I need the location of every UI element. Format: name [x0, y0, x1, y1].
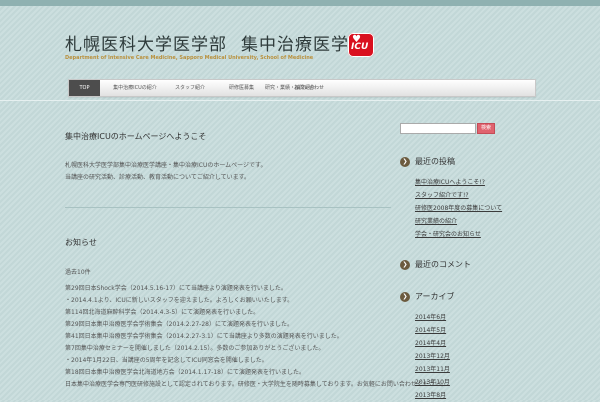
news-item[interactable]: 第18回日本集中治療医学会北海道地方会（2014.1.17-18）にて演題発表を…	[65, 367, 600, 379]
archive-link[interactable]: 2014年4月	[415, 337, 450, 350]
archive-link[interactable]: 2014年5月	[415, 324, 450, 337]
news-item[interactable]: 第41回日本集中治療医学会学術集会（2014.2.27-3.1）にて当講座より多…	[65, 331, 600, 343]
widget-title-text: アーカイブ	[415, 292, 455, 301]
widget-title-archives: ❯ アーカイブ	[400, 291, 455, 303]
site-title-university: 札幌医科大学医学部	[65, 35, 227, 55]
recent-post-link[interactable]: 研究業績の紹介	[415, 215, 502, 228]
news-item[interactable]: ・2014.4.1より、ICUに新しいスタッフを迎えました。よろしくお願いいたし…	[65, 295, 600, 307]
chevron-right-icon: ❯	[400, 259, 410, 270]
logo-text: ICU	[351, 42, 369, 52]
archives-list: 2014年6月 2014年5月 2014年4月 2013年12月 2013年11…	[415, 311, 450, 402]
search-input[interactable]	[400, 123, 476, 134]
site-title[interactable]: 札幌医科大学医学部 集中治療医学	[65, 30, 349, 55]
content-divider	[65, 207, 391, 208]
post-body-line: 当講座の研究活動、診療活動、教育活動についてご紹介しています。	[65, 174, 251, 181]
news-title: お知らせ	[65, 238, 97, 247]
site-title-department: 集中治療医学	[241, 35, 349, 55]
nav-item-contact[interactable]: お問い合わせ	[285, 80, 333, 96]
widget-title-text: 最近のコメント	[415, 260, 471, 269]
recent-posts-list: 集中治療ICUへようこそ!? スタッフ紹介です!? 研修医2008年度の募集につ…	[415, 176, 502, 241]
post-title[interactable]: 集中治療ICUのホームページへようこそ	[65, 131, 206, 142]
main-nav: TOP 集中治療ICUの紹介 スタッフ紹介 研修医募集 研究・業績・論文紹介 お…	[68, 79, 536, 97]
site-subtitle: Department of Intensive Care Medicine, S…	[65, 55, 314, 61]
site-header: 札幌医科大学医学部 集中治療医学 ♥ ICU Department of Inte…	[65, 30, 395, 70]
news-list: 第29回日本Shock学会（2014.5.16-17）にて当講座より演題発表を行…	[65, 283, 600, 391]
top-border	[0, 0, 600, 6]
chevron-right-icon: ❯	[400, 291, 410, 302]
archive-link[interactable]: 2013年8月	[415, 389, 450, 402]
news-item[interactable]: 第7回集中治療セミナーを開催しました（2014.2.15）。多数のご参加ありがと…	[65, 343, 600, 355]
news-count: 過去10件	[65, 269, 91, 276]
news-item[interactable]: 日本集中治療医学会専門医研修施設として認定されております。研修医・大学院生を随時…	[65, 379, 600, 391]
post-body: 札幌医科大学医学部集中治療医学講座・集中治療ICUのホームページです。 当講座の…	[65, 160, 266, 184]
recent-post-link[interactable]: 研修医2008年度の募集について	[415, 202, 502, 215]
header-divider	[0, 100, 600, 101]
archive-link[interactable]: 2013年12月	[415, 350, 450, 363]
nav-item-staff[interactable]: スタッフ紹介	[165, 80, 215, 96]
post-body-line: 札幌医科大学医学部集中治療医学講座・集中治療ICUのホームページです。	[65, 162, 267, 169]
archive-link[interactable]: 2013年11月	[415, 363, 450, 376]
news-item[interactable]: 第29回日本集中治療医学会学術集会（2014.2.27-28）にて演題発表を行い…	[65, 319, 600, 331]
nav-item-top[interactable]: TOP	[69, 80, 100, 96]
nav-item-about[interactable]: 集中治療ICUの紹介	[108, 80, 162, 96]
icu-logo: ♥ ICU	[348, 33, 374, 57]
recent-post-link[interactable]: スタッフ紹介です!?	[415, 189, 502, 202]
archive-link[interactable]: 2013年10月	[415, 376, 450, 389]
widget-title-recent-posts: ❯ 最近の投稿	[400, 156, 455, 168]
widget-title-recent-comments: ❯ 最近のコメント	[400, 259, 471, 271]
widget-title-text: 最近の投稿	[415, 157, 455, 166]
search-button[interactable]: 検索	[477, 123, 495, 134]
news-item[interactable]: 第29回日本Shock学会（2014.5.16-17）にて当講座より演題発表を行…	[65, 283, 600, 295]
recent-post-link[interactable]: 集中治療ICUへようこそ!?	[415, 176, 502, 189]
recent-post-link[interactable]: 学会・研究会のお知らせ	[415, 228, 502, 241]
news-item[interactable]: ・2014年1月22日、当講座の5周年を記念してICU同窓会を開催しました。	[65, 355, 600, 367]
news-item[interactable]: 第114回北海道麻酔科学会（2014.4.3-5）にて演題発表を行いました。	[65, 307, 600, 319]
archive-link[interactable]: 2014年6月	[415, 311, 450, 324]
chevron-right-icon: ❯	[400, 156, 410, 167]
